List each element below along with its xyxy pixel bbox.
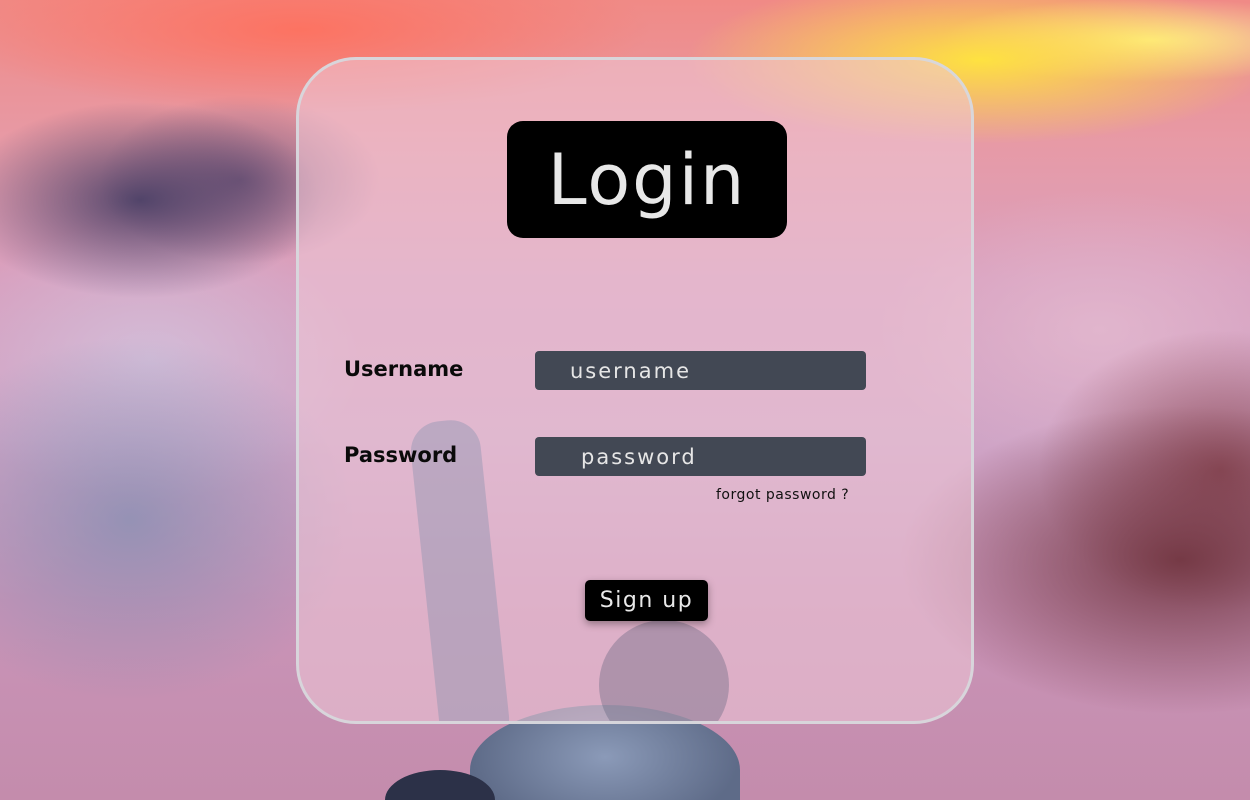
login-page: Login Username Password forgot password … [0,0,1250,800]
username-input[interactable] [535,351,866,390]
login-title: Login [547,138,747,221]
sign-up-button[interactable]: Sign up [585,580,708,621]
forgot-password-link[interactable]: forgot password ? [716,487,849,503]
password-input[interactable] [535,437,866,476]
username-label: Username [344,357,464,381]
password-label: Password [344,443,458,467]
login-title-box: Login [507,121,787,238]
background-person-head [599,620,729,721]
